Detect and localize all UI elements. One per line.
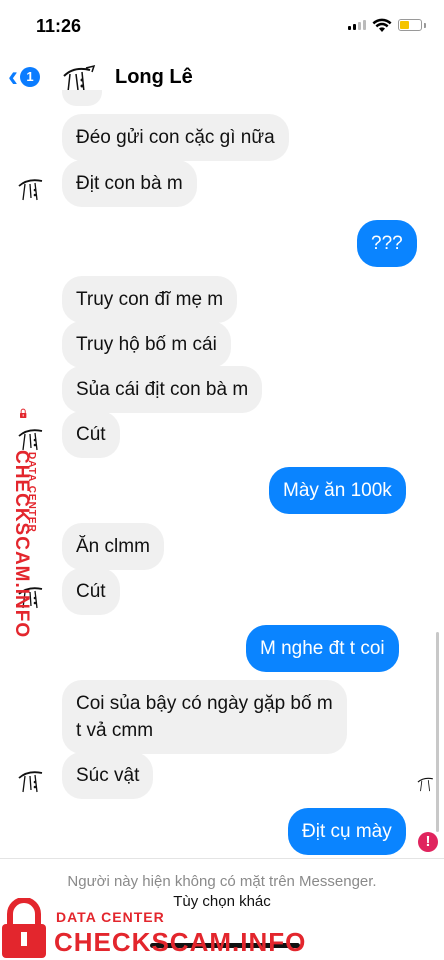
- message-bubble-outgoing[interactable]: Mày ăn 100k: [269, 467, 406, 514]
- scrollbar[interactable]: [436, 632, 439, 832]
- message-bubble-outgoing[interactable]: M nghe đt t coi: [246, 625, 399, 672]
- message-bubble-incoming[interactable]: Cút: [62, 411, 120, 458]
- message-bubble-incoming[interactable]: Sủa cái địt con bà m: [62, 366, 263, 413]
- contact-name[interactable]: Long Lê: [115, 66, 193, 89]
- send-failed-icon[interactable]: !: [418, 832, 438, 852]
- message-bubble-incoming[interactable]: Cút: [62, 568, 120, 615]
- message-bubble-incoming[interactable]: Đéo gửi con cặc gì nữa: [62, 114, 289, 161]
- watermark-lock-icon: [2, 898, 46, 958]
- message-line: t vả cmm: [76, 720, 154, 741]
- watermark-brand: CHECKSCAM.INFO: [54, 927, 307, 957]
- contact-avatar-small: [18, 771, 43, 793]
- seen-avatar-icon: [417, 777, 433, 792]
- unread-count-badge: 1: [20, 67, 40, 87]
- chevron-left-icon: ‹: [8, 60, 18, 93]
- message-bubble-incoming[interactable]: Ăn clmm: [62, 523, 164, 570]
- battery-tip: [424, 23, 426, 28]
- message-bubble-incoming[interactable]: Truy con đĩ mẹ m: [62, 276, 238, 323]
- unavailable-notice: Người này hiện không có mặt trên Messeng…: [67, 873, 377, 890]
- status-time: 11:26: [36, 16, 82, 36]
- message-bubble-outgoing[interactable]: ???: [357, 220, 417, 267]
- cellular-signal-icon: [348, 20, 366, 30]
- more-options-link[interactable]: Tùy chọn khác: [0, 893, 444, 910]
- watermark-label: DATA CENTER: [56, 909, 165, 925]
- battery-icon: [398, 19, 422, 31]
- message-bubble-incoming[interactable]: Địt con bà m: [62, 160, 197, 207]
- status-bar: 11:26: [0, 0, 444, 52]
- message-bubble-incoming[interactable]: Súc vật: [62, 752, 154, 799]
- message-bubble-outgoing[interactable]: Địt cụ mày: [288, 808, 406, 855]
- wifi-icon: [372, 18, 392, 32]
- footer-divider: [0, 858, 444, 859]
- message-bubble-incoming-multiline[interactable]: Coi sủa bậy có ngày gặp bố m t vả cmm: [62, 680, 347, 754]
- message-bubble-incoming[interactable]: Truy hộ bố m cái: [62, 321, 231, 368]
- watermark-label-vertical: DATA CENTER: [26, 452, 37, 533]
- back-button[interactable]: ‹ 1: [8, 60, 50, 94]
- contact-avatar-small: [18, 179, 43, 201]
- message-line: Coi sủa bậy có ngày gặp bố m: [76, 693, 333, 714]
